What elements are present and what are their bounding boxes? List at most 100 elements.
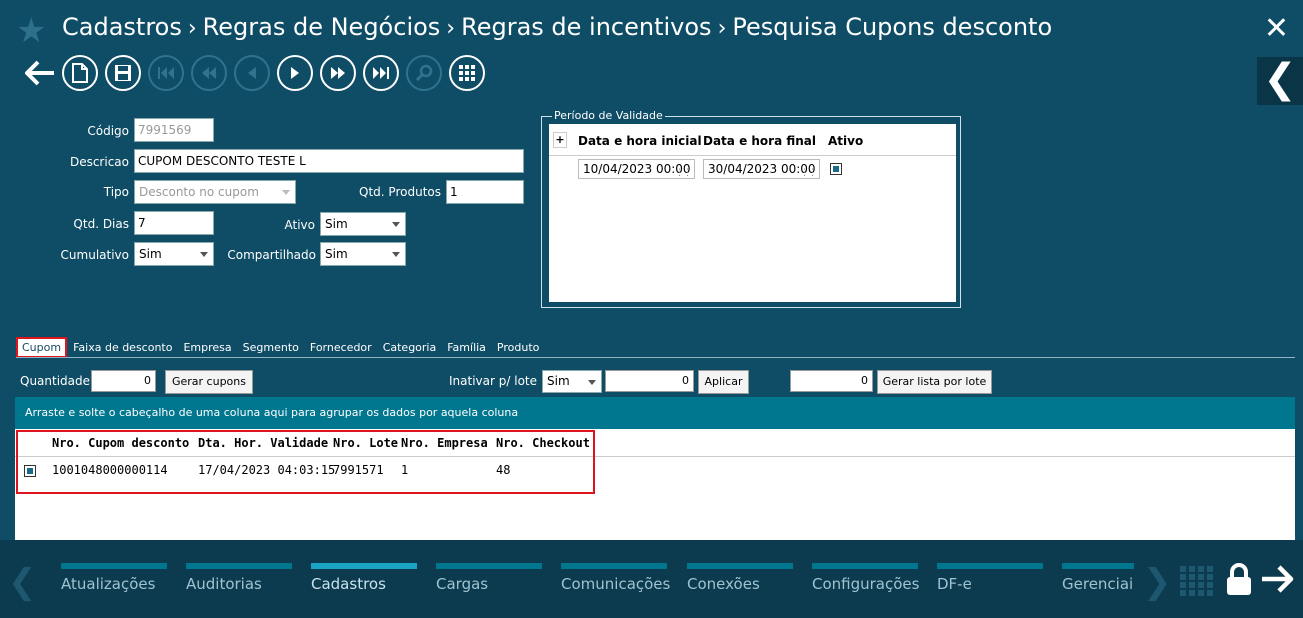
tab-segmento[interactable]: Segmento [243,341,299,354]
menu-scroll-right-icon[interactable]: ❯ [1143,562,1172,602]
descricao-field[interactable]: CUPOM DESCONTO TESTE L [134,149,524,173]
tab-bar: Cupom Faixa de desconto Empresa Segmento… [16,335,550,359]
toolbar [22,55,492,91]
data-final-field[interactable]: 30/04/2023 00:00 ⋮⋮ [703,159,820,179]
play-icon [291,67,299,79]
menu-item-conexoes[interactable]: Conexões [687,563,793,593]
ativo-select[interactable]: Sim [320,212,406,236]
side-panel-toggle-button[interactable]: ❮ [1257,57,1303,105]
cumulativo-select[interactable]: Sim [134,242,214,266]
breadcrumb-item[interactable]: Regras de incentivos [461,13,711,41]
menu-item-configuracoes[interactable]: Configurações [812,563,919,593]
play-left-icon [248,67,256,79]
calendar-grip-icon[interactable]: ⋮⋮ [800,164,817,182]
tab-cupom[interactable]: Cupom [16,336,68,358]
menu-item-bar [1062,563,1134,569]
skip-first-icon [158,67,174,79]
qtd-produtos-field[interactable]: 1 [446,180,524,204]
grid-menu-button[interactable] [449,55,485,91]
codigo-label: Código [87,124,129,138]
inativar-lote-label: Inativar p/ lote [449,374,537,388]
column-header-final[interactable]: Data e hora final [703,134,816,148]
menu-item-cadastros[interactable]: Cadastros [311,563,417,593]
add-period-button[interactable]: + [553,132,567,148]
gerar-lista-button[interactable]: Gerar lista por lote [877,370,992,394]
chevron-down-icon [200,252,208,257]
back-arrow-icon[interactable] [22,55,58,91]
save-button[interactable] [105,55,141,91]
inativar-lote-select[interactable]: Sim [542,370,602,393]
tab-empresa[interactable]: Empresa [183,341,231,354]
menu-item-comunicacoes[interactable]: Comunicações [561,563,671,593]
tab-familia[interactable]: Família [447,341,486,354]
column-header-inicial[interactable]: Data e hora inicial [578,134,702,148]
lote-field[interactable]: 0 [605,370,694,392]
previous-record-button[interactable] [234,55,270,91]
quantidade-field[interactable]: 0 [91,370,156,392]
menu-item-label: Cadastros [311,575,386,593]
fast-forward-icon [331,67,345,79]
tab-produto[interactable]: Produto [497,341,539,354]
first-record-button[interactable] [148,55,184,91]
gerar-cupons-button[interactable]: Gerar cupons [165,370,253,394]
quantidade-label: Quantidade [20,374,91,388]
logout-arrow-icon[interactable] [1260,565,1294,597]
skip-last-icon [373,67,389,79]
aplicar-button[interactable]: Aplicar [698,370,749,394]
menu-item-label: Auditorias [186,575,262,593]
rewind-icon [202,67,216,79]
cumulativo-select-value: Sim [139,247,162,261]
menu-item-bar [311,563,417,569]
tab-faixa-de-desconto[interactable]: Faixa de desconto [73,341,172,354]
periodo-grid-header: + Data e hora inicial Data e hora final … [549,124,956,156]
periodo-grid: + Data e hora inicial Data e hora final … [549,124,956,302]
descricao-label: Descricao [69,155,129,169]
next-record-button[interactable] [277,55,313,91]
last-record-button[interactable] [363,55,399,91]
menu-item-atualizacoes[interactable]: Atualizações [61,563,167,593]
menu-item-label: Cargas [436,575,489,593]
menu-item-bar [937,563,1043,569]
breadcrumb: Cadastros › Regras de Negócios › Regras de i… [62,13,1052,41]
tab-divider [16,357,1295,358]
previous-page-button[interactable] [191,55,227,91]
tipo-select[interactable]: Desconto no cupom [134,180,296,204]
chevron-down-icon [392,222,400,227]
breadcrumb-item[interactable]: Regras de Negócios [203,13,441,41]
compartilhado-select-value: Sim [325,247,348,261]
group-by-panel[interactable]: Arraste e solte o cabeçalho de uma colun… [15,397,1295,429]
qtd-dias-field[interactable]: 7 [134,211,214,235]
search-button[interactable] [406,55,442,91]
data-inicial-field[interactable]: 10/04/2023 00:00 ⋮⋮ [578,159,695,179]
lista-lote-field[interactable]: 0 [790,370,873,392]
new-document-button[interactable] [62,55,98,91]
tipo-select-value: Desconto no cupom [139,185,259,199]
apps-grid-icon[interactable] [1180,566,1214,600]
tab-fornecedor[interactable]: Fornecedor [310,341,372,354]
tab-categoria[interactable]: Categoria [383,341,437,354]
page-title: Pesquisa Cupons desconto [732,13,1053,41]
favorite-star-icon[interactable]: ★ [16,14,46,48]
breadcrumb-item[interactable]: Cadastros [62,13,182,41]
periodo-ativo-checkbox[interactable] [830,163,842,175]
chevron-right-icon: › [187,16,197,41]
menu-item-gerenciais[interactable]: Gerenciais [1062,563,1134,593]
menu-item-auditorias[interactable]: Auditorias [186,563,292,593]
menu-item-bar [561,563,667,569]
close-icon[interactable]: ✕ [1264,14,1289,44]
compartilhado-select[interactable]: Sim [320,242,406,266]
highlight-box [16,430,595,494]
menu-item-bar [186,563,292,569]
codigo-field[interactable]: 7991569 [134,118,214,142]
menu-item-dfe[interactable]: DF-e [937,563,1043,593]
column-header-ativo[interactable]: Ativo [828,134,863,148]
next-page-button[interactable] [320,55,356,91]
menu-item-label: Comunicações [561,575,671,593]
menu-scroll-left-icon[interactable]: ❮ [8,562,37,602]
calendar-grip-icon[interactable]: ⋮⋮ [675,164,692,182]
cumulativo-label: Cumulativo [60,248,129,262]
lock-icon[interactable] [1225,562,1253,600]
chevron-down-icon [392,252,400,257]
menu-item-cargas[interactable]: Cargas [436,563,542,593]
qtd-produtos-label: Qtd. Produtos [359,185,441,199]
